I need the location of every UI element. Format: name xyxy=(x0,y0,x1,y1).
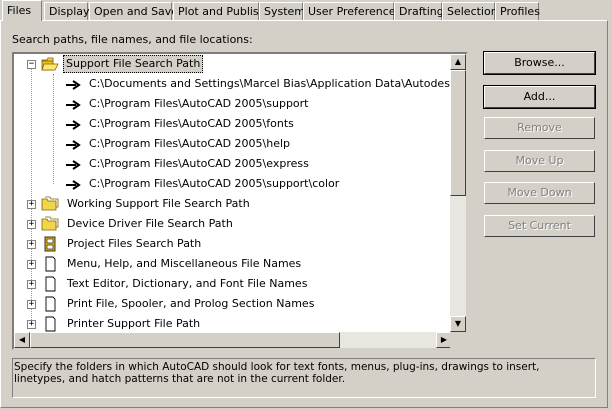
scroll-down-arrow-icon[interactable]: ▼ xyxy=(450,316,466,332)
arrow-icon xyxy=(66,160,81,170)
arrow-icon xyxy=(66,180,81,190)
tree-item-project-files-search-path[interactable]: + Project Files Search Path xyxy=(14,234,454,254)
move-down-button[interactable]: Move Down xyxy=(484,182,595,204)
open-folder-icon xyxy=(41,57,59,71)
tree-path-entry[interactable]: C:\Program Files\AutoCAD 2005\support\co… xyxy=(14,174,454,194)
scroll-corner xyxy=(450,332,466,348)
tree-item-label: Device Driver File Search Path xyxy=(67,217,233,230)
tree-item-working-support-file-search-path[interactable]: + Working Support File Search Path xyxy=(14,194,454,214)
tree-path-entry[interactable]: C:\Program Files\AutoCAD 2005\help xyxy=(14,134,454,154)
scroll-up-arrow-icon[interactable]: ▲ xyxy=(450,54,466,70)
tree-item-device-driver-file-search-path[interactable]: + Device Driver File Search Path xyxy=(14,214,454,234)
tree-path-entry[interactable]: C:\Documents and Settings\Marcel Bias\Ap… xyxy=(14,74,466,94)
tab-selection[interactable]: Selection xyxy=(442,2,498,20)
tree-item-label: Support File Search Path xyxy=(63,55,204,73)
tab-plot-and-publish[interactable]: Plot and Publish xyxy=(173,2,266,20)
tree-item-printer-support-file-path[interactable]: + Printer Support File Path xyxy=(14,314,454,334)
scroll-left-arrow-icon[interactable]: ◀ xyxy=(14,332,30,348)
remove-button[interactable]: Remove xyxy=(484,117,595,139)
expand-icon[interactable]: + xyxy=(27,280,36,289)
collapse-icon[interactable]: − xyxy=(27,60,36,69)
document-icon xyxy=(45,296,56,312)
arrow-icon xyxy=(66,120,81,130)
description-box: Specify the folders in which AutoCAD sho… xyxy=(12,358,596,398)
vertical-scrollbar[interactable]: ▲ ▼ xyxy=(450,54,466,332)
browse-button[interactable]: Browse... xyxy=(483,51,596,75)
search-path-tree[interactable]: − Support File Search Path C:\Documents … xyxy=(12,52,468,350)
vertical-scroll-thumb[interactable] xyxy=(450,70,466,196)
tree-item-label: Text Editor, Dictionary, and Font File N… xyxy=(67,277,308,290)
tree-item-label: Print File, Spooler, and Prolog Section … xyxy=(67,297,315,310)
expand-icon[interactable]: + xyxy=(27,300,36,309)
arrow-icon xyxy=(66,140,81,150)
expand-icon[interactable]: + xyxy=(27,240,36,249)
tab-profiles[interactable]: Profiles xyxy=(495,2,540,20)
tree-item-label: Menu, Help, and Miscellaneous File Names xyxy=(67,257,302,270)
tree-item-label: Working Support File Search Path xyxy=(67,197,250,210)
move-up-button[interactable]: Move Up xyxy=(484,150,595,172)
expand-icon[interactable]: + xyxy=(27,260,36,269)
tree-path-label: C:\Program Files\AutoCAD 2005\express xyxy=(89,157,309,170)
tree-path-label: C:\Program Files\AutoCAD 2005\fonts xyxy=(89,117,294,130)
document-icon xyxy=(45,276,56,292)
tab-system[interactable]: System xyxy=(259,2,305,20)
expand-icon[interactable]: + xyxy=(27,220,36,229)
tree-caption: Search paths, file names, and file locat… xyxy=(12,33,253,46)
tree-item-text-editor-font-file-names[interactable]: + Text Editor, Dictionary, and Font File… xyxy=(14,274,454,294)
horizontal-scrollbar[interactable]: ◀ ▶ xyxy=(14,332,452,348)
tree-path-label: C:\Documents and Settings\Marcel Bias\Ap… xyxy=(89,77,468,90)
tab-files[interactable]: Files xyxy=(2,0,42,21)
set-current-button[interactable]: Set Current xyxy=(484,215,595,237)
tab-open-and-save[interactable]: Open and Save xyxy=(89,2,178,20)
horizontal-scroll-thumb[interactable] xyxy=(30,332,340,348)
tree-item-print-file-names[interactable]: + Print File, Spooler, and Prolog Sectio… xyxy=(14,294,454,314)
arrow-icon xyxy=(66,100,81,110)
folder-icon xyxy=(41,216,59,231)
tree-path-label: C:\Program Files\AutoCAD 2005\help xyxy=(89,137,291,150)
expand-icon[interactable]: + xyxy=(27,200,36,209)
tree-item-support-file-search-path[interactable]: − Support File Search Path xyxy=(14,54,454,74)
tab-strip: Files Display Open and Save Plot and Pub… xyxy=(0,0,612,22)
tab-user-preferences[interactable]: User Preferences xyxy=(303,2,401,20)
folder-icon xyxy=(41,196,59,211)
tab-drafting[interactable]: Drafting xyxy=(394,2,444,20)
tree-path-entry[interactable]: C:\Program Files\AutoCAD 2005\express xyxy=(14,154,454,174)
tree-item-label: Project Files Search Path xyxy=(67,237,202,250)
tree-path-label: C:\Program Files\AutoCAD 2005\support xyxy=(89,97,309,110)
tree-path-entry[interactable]: C:\Program Files\AutoCAD 2005\fonts xyxy=(14,114,454,134)
add-button[interactable]: Add... xyxy=(483,85,596,109)
tree-path-entry[interactable]: C:\Program Files\AutoCAD 2005\support xyxy=(14,94,454,114)
document-icon xyxy=(45,256,56,272)
project-icon xyxy=(44,236,56,252)
expand-icon[interactable]: + xyxy=(27,320,36,329)
document-icon xyxy=(45,316,56,332)
arrow-icon xyxy=(66,80,81,90)
tab-display[interactable]: Display xyxy=(44,2,90,20)
tree-item-label: Printer Support File Path xyxy=(67,317,201,330)
tree-path-label: C:\Program Files\AutoCAD 2005\support\co… xyxy=(89,177,340,190)
tree-item-menu-help-file-names[interactable]: + Menu, Help, and Miscellaneous File Nam… xyxy=(14,254,454,274)
